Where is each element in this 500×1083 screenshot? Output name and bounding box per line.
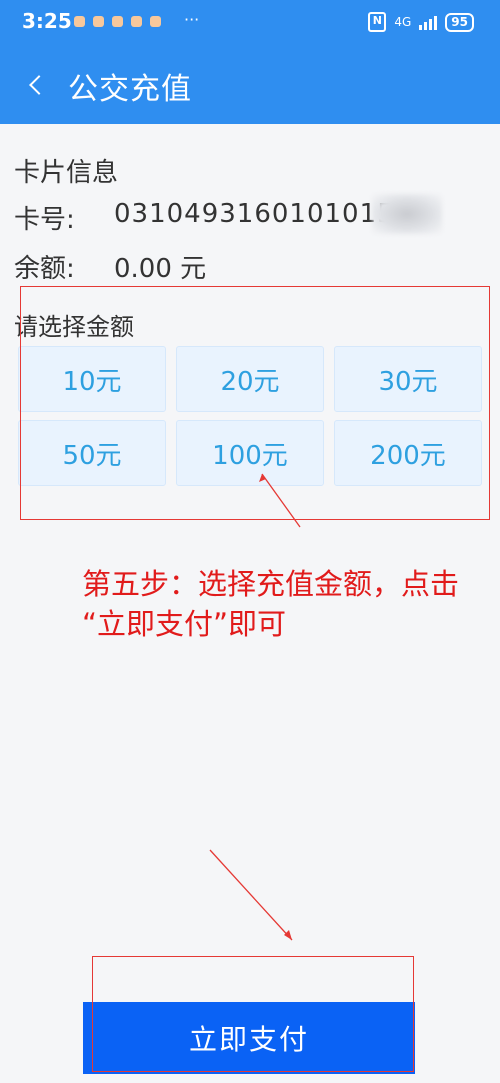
tutorial-instruction: 第五步：选择充值金额，点击 “立即支付”即可 (82, 564, 492, 644)
notification-icon (112, 16, 123, 27)
notification-icon (93, 16, 104, 27)
signal-icon (419, 14, 438, 30)
notification-icons (74, 16, 161, 27)
notification-icon (150, 16, 161, 27)
annotation-box-pay-button (92, 956, 414, 1072)
card-number-value: 0310493160101015 (114, 199, 395, 229)
status-time: 3:25 (22, 9, 72, 33)
instruction-line-2: “立即支付”即可 (82, 607, 287, 641)
notification-icon (74, 16, 85, 27)
nfc-icon: N (368, 12, 387, 32)
blurred-card-digits (372, 194, 442, 234)
network-type: 4G (394, 15, 412, 29)
battery-icon: 95 (445, 12, 474, 32)
card-info-heading: 卡片信息 (14, 158, 119, 188)
balance-value: 0.00 元 (114, 254, 207, 284)
card-number-label: 卡号: (14, 205, 75, 235)
page-header: 公交充值 (0, 44, 500, 124)
instruction-line-1: 第五步：选择充值金额，点击 (82, 567, 460, 601)
back-arrow-icon[interactable] (24, 70, 50, 100)
recharge-content: 卡片信息 卡号: 0310493160101015 余额: 0.00 元 请选择… (0, 124, 500, 1083)
page-title: 公交充值 (68, 72, 192, 107)
notification-icon (131, 16, 142, 27)
status-bar: 3:25 ··· N 4G 95 (0, 0, 500, 44)
balance-label: 余额: (14, 254, 75, 284)
status-right: N 4G 95 (368, 12, 474, 32)
annotation-box-amounts (20, 286, 490, 520)
more-notifications-icon: ··· (184, 10, 200, 29)
